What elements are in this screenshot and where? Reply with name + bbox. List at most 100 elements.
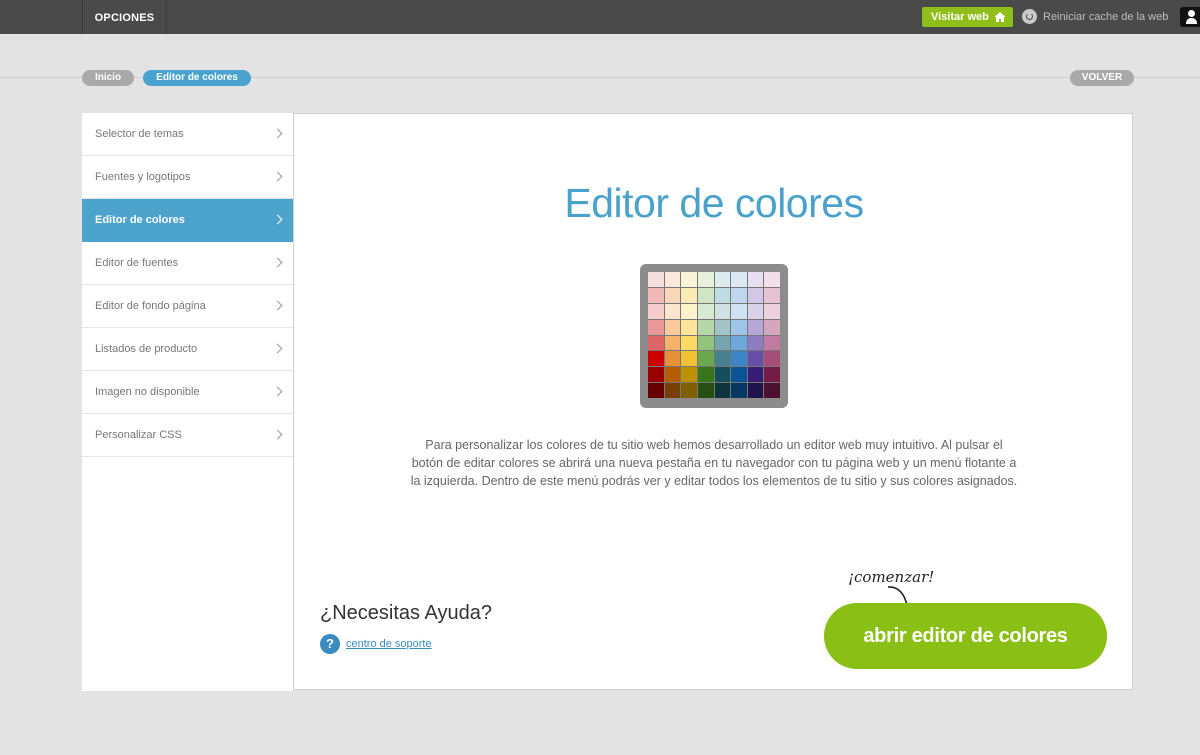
breadcrumb-current: Editor de colores [143, 70, 251, 86]
color-swatch [764, 303, 780, 319]
chevron-right-icon [272, 429, 283, 440]
color-swatch [731, 335, 747, 351]
color-swatch [681, 287, 697, 303]
color-swatch [747, 272, 764, 287]
color-swatch [648, 383, 664, 398]
sidebar: Selector de temas Fuentes y logotipos Ed… [82, 113, 293, 691]
sidebar-item-fonts-logos[interactable]: Fuentes y logotipos [82, 156, 293, 199]
color-swatch [747, 383, 764, 398]
color-swatch [648, 319, 664, 335]
refresh-icon [1022, 9, 1037, 24]
top-bar-spacer [0, 0, 83, 34]
open-color-editor-button[interactable]: abrir editor de colores [824, 603, 1107, 669]
color-swatch [664, 383, 681, 398]
top-bar: OPCIONES Visitar web Reiniciar cache de … [0, 0, 1200, 34]
color-swatch [714, 383, 731, 398]
support-center-link[interactable]: ? centro de soporte [320, 634, 432, 654]
sidebar-item-label: Editor de fondo página [95, 300, 206, 312]
back-button[interactable]: VOLVER [1070, 70, 1134, 86]
user-account-button[interactable] [1180, 7, 1200, 27]
chevron-right-icon [272, 386, 283, 397]
color-swatch [764, 335, 780, 351]
color-swatch [664, 287, 681, 303]
sidebar-item-custom-css[interactable]: Personalizar CSS [82, 414, 293, 457]
chevron-right-icon [272, 171, 283, 182]
sidebar-item-font-editor[interactable]: Editor de fuentes [82, 242, 293, 285]
color-swatch [681, 303, 697, 319]
visit-web-button[interactable]: Visitar web [922, 7, 1013, 27]
chevron-right-icon [272, 300, 283, 311]
visit-web-label: Visitar web [931, 11, 989, 23]
color-swatch [681, 335, 697, 351]
color-swatch [747, 287, 764, 303]
sidebar-item-background-editor[interactable]: Editor de fondo página [82, 285, 293, 328]
color-swatch [664, 319, 681, 335]
color-swatch [697, 351, 714, 367]
color-swatch [764, 367, 780, 383]
sidebar-item-label: Listados de producto [95, 343, 198, 355]
color-swatch [664, 335, 681, 351]
sidebar-item-label: Editor de colores [95, 214, 185, 226]
color-swatch [681, 367, 697, 383]
sidebar-item-label: Selector de temas [95, 128, 184, 140]
sidebar-item-color-editor[interactable]: Editor de colores [82, 199, 293, 242]
support-center-label: centro de soporte [346, 638, 432, 650]
sidebar-item-label: Fuentes y logotipos [95, 171, 191, 183]
chevron-right-icon [272, 343, 283, 354]
color-swatch [664, 272, 681, 287]
color-swatch [747, 303, 764, 319]
color-swatch [731, 383, 747, 398]
sidebar-item-product-listings[interactable]: Listados de producto [82, 328, 293, 371]
color-swatch [714, 287, 731, 303]
color-swatch [747, 351, 764, 367]
color-swatch [648, 287, 664, 303]
color-swatch [764, 383, 780, 398]
color-swatch [714, 319, 731, 335]
color-swatch [697, 319, 714, 335]
color-swatch [664, 303, 681, 319]
chevron-right-icon [272, 257, 283, 268]
description-text: Para personalizar los colores de tu siti… [410, 438, 1018, 488]
sidebar-item-theme-selector[interactable]: Selector de temas [82, 113, 293, 156]
help-icon: ? [320, 634, 340, 654]
color-swatch [731, 287, 747, 303]
color-swatch [648, 351, 664, 367]
color-swatch [764, 319, 780, 335]
color-swatch [697, 287, 714, 303]
sidebar-item-label: Imagen no disponible [95, 386, 200, 398]
color-swatch [714, 367, 731, 383]
chevron-right-icon [272, 214, 283, 225]
color-swatch [731, 272, 747, 287]
color-swatch [697, 272, 714, 287]
color-swatch [697, 367, 714, 383]
color-swatch [714, 335, 731, 351]
color-swatch [747, 335, 764, 351]
color-swatch [697, 383, 714, 398]
home-icon [994, 12, 1006, 22]
color-swatch [681, 351, 697, 367]
color-swatch [731, 351, 747, 367]
color-swatch [648, 303, 664, 319]
color-swatch [731, 303, 747, 319]
color-swatch [731, 367, 747, 383]
page-title: Editor de colores [564, 180, 864, 226]
breadcrumb-home[interactable]: Inicio [82, 70, 134, 86]
color-swatch [714, 351, 731, 367]
color-swatch [697, 335, 714, 351]
color-swatch [648, 335, 664, 351]
reset-cache-button[interactable]: Reiniciar cache de la web [1022, 9, 1168, 25]
color-swatch [697, 303, 714, 319]
color-swatch [664, 351, 681, 367]
color-palette-grid [648, 272, 780, 398]
color-swatch [764, 272, 780, 287]
main-panel: Editor de colores Para personalizar los … [293, 113, 1133, 690]
color-swatch [681, 319, 697, 335]
options-menu-button[interactable]: OPCIONES [83, 0, 167, 34]
sidebar-item-image-unavailable[interactable]: Imagen no disponible [82, 371, 293, 414]
color-swatch [664, 367, 681, 383]
color-swatch [764, 287, 780, 303]
color-swatch [714, 272, 731, 287]
color-palette-image [640, 264, 788, 408]
user-icon [1188, 10, 1195, 17]
color-swatch [747, 367, 764, 383]
